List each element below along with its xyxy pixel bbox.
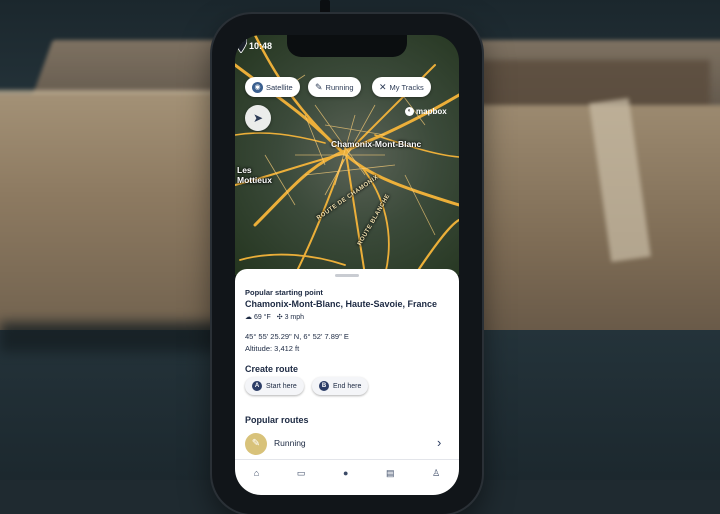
record-icon[interactable]: ●: [343, 468, 348, 478]
popular-routes-heading: Popular routes: [245, 415, 309, 425]
wind-icon: ✣: [276, 314, 283, 321]
create-route-heading: Create route: [245, 364, 299, 374]
mapbox-attribution[interactable]: ◐ mapbox: [405, 107, 447, 116]
running-shoe-icon: ✎: [315, 81, 323, 92]
chevron-right-icon: ›: [437, 435, 442, 450]
list-icon[interactable]: ▭: [297, 468, 306, 479]
sheet-eyebrow: Popular starting point: [245, 288, 323, 297]
home-icon[interactable]: ⌂: [254, 468, 259, 478]
running-filter-button[interactable]: ✎ Running: [308, 77, 361, 97]
start-here-button[interactable]: A Start here: [245, 377, 304, 395]
satellite-globe-icon: ◉: [252, 81, 263, 93]
popular-route-item[interactable]: ✎ Running ›: [235, 429, 459, 459]
start-here-label: Start here: [266, 382, 297, 390]
altitude: Altitude: 3,412 ft: [245, 344, 300, 353]
profile-icon[interactable]: ♙: [432, 468, 440, 479]
satellite-layer-button[interactable]: ◉ Satellite: [245, 77, 300, 97]
my-tracks-label: My Tracks: [389, 82, 424, 92]
mapbox-logo-icon: ◐: [405, 107, 414, 116]
sheet-grabber[interactable]: [335, 274, 359, 277]
wind-value: 3 mph: [284, 314, 305, 321]
map-road-network: [235, 35, 459, 275]
running-shoe-icon: ✎: [245, 433, 267, 455]
satellite-label: Satellite: [266, 82, 293, 92]
bottom-tab-bar: ⌂ ▭ ● ▤ ♙: [235, 463, 459, 483]
end-badge-icon: B: [319, 381, 329, 391]
navigation-arrow-icon: ➤: [252, 111, 264, 125]
phone-notch: [287, 35, 407, 57]
wooden-crate-left: [0, 95, 230, 345]
coordinates: 45° 55' 25.29" N, 6° 52' 7.89" E: [245, 332, 349, 341]
map-label-village: Les Mottieux: [237, 165, 272, 185]
my-tracks-button[interactable]: ✕ My Tracks: [372, 77, 431, 97]
status-time: 10:48: [249, 41, 273, 51]
place-title: Chamonix-Mont-Blanc, Haute-Savoie, Franc…: [245, 299, 438, 309]
car-icon[interactable]: ▤: [386, 468, 395, 479]
weather-temperature: ☁ 69 °F: [245, 313, 271, 321]
cloud-sun-icon: ☁: [245, 314, 252, 321]
temperature-value: 69 °F: [253, 314, 271, 321]
locate-me-button[interactable]: ➤: [245, 105, 271, 131]
weather-wind: ✣ 3 mph: [277, 313, 304, 321]
start-badge-icon: A: [252, 381, 262, 391]
popular-route-label: Running: [274, 438, 306, 448]
weather-row: ☁ 69 °F ✣ 3 mph: [245, 313, 304, 321]
end-here-button[interactable]: B End here: [312, 377, 369, 395]
phone-screen: 10:48 ◉ Satellite ✎ Running ✕ My Tracks …: [235, 35, 459, 495]
crossed-tracks-icon: ✕: [379, 81, 387, 92]
end-here-label: End here: [333, 382, 362, 390]
mapbox-wordmark: mapbox: [416, 107, 447, 116]
satellite-map[interactable]: 10:48 ◉ Satellite ✎ Running ✕ My Tracks …: [235, 35, 459, 275]
crate-shadow: [0, 322, 230, 352]
running-label: Running: [325, 82, 354, 92]
map-label-town: Chamonix-Mont-Blanc: [331, 139, 422, 149]
location-bottom-sheet[interactable]: Popular starting point Chamonix-Mont-Bla…: [235, 269, 459, 495]
location-pin-icon[interactable]: [235, 35, 247, 53]
tabbar-divider: [235, 459, 459, 460]
